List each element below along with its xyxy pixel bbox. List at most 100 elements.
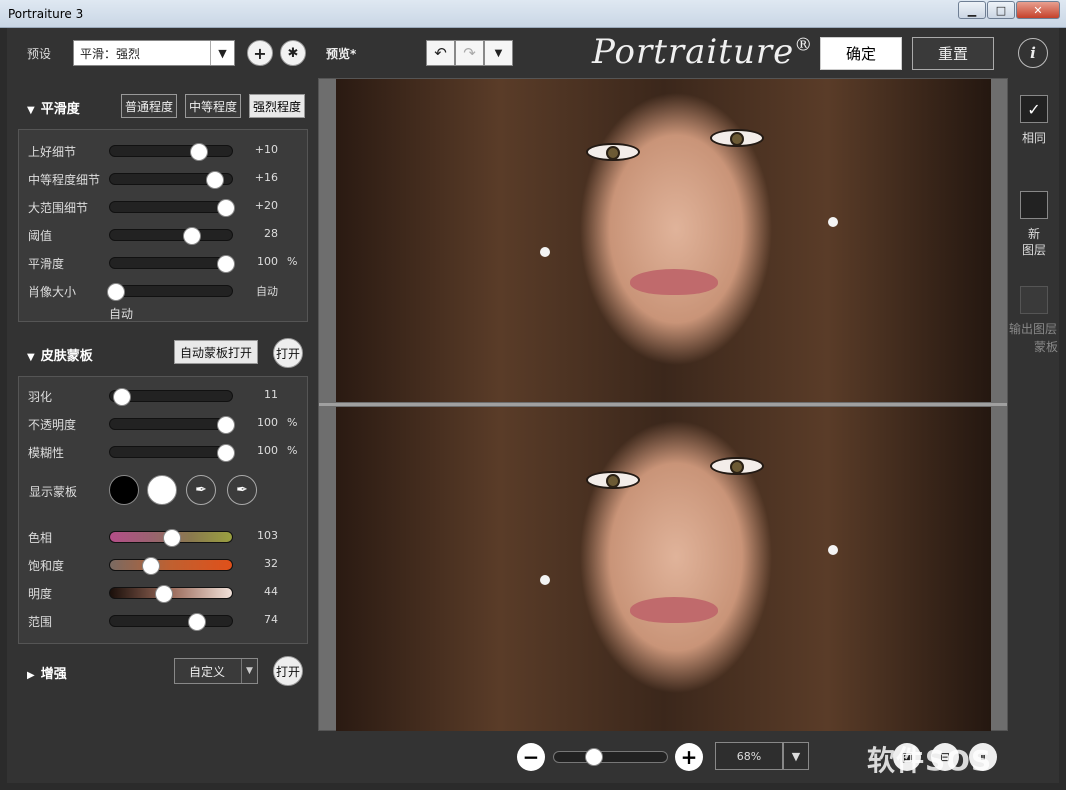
window-titlebar: Portraiture 3 ▁ □ ✕ (0, 0, 1066, 28)
zoom-slider-thumb[interactable] (584, 748, 603, 766)
mask-color-slider-value: 32 (264, 557, 278, 570)
output-mask-checkbox[interactable] (1020, 286, 1048, 314)
ok-button[interactable]: 确定 (820, 37, 902, 70)
zoom-in-button[interactable]: + (675, 743, 703, 771)
mask-color-slider-row: 范围 74 (19, 611, 309, 631)
smoothing-slider-row: 平滑度 100% (19, 253, 309, 273)
smoothing-slider-row: 大范围细节 +20 (19, 197, 309, 217)
gear-icon[interactable]: ✱ (280, 40, 306, 66)
smoothing-slider-track[interactable] (107, 283, 233, 301)
mask-slider-label: 羽化 (28, 390, 53, 404)
smoothing-slider-row: 上好细节 +10 (19, 141, 309, 161)
mask-slider-track[interactable] (109, 444, 235, 462)
maximize-button[interactable]: □ (987, 1, 1015, 19)
same-checkbox[interactable]: ✓ (1020, 95, 1048, 123)
smoothing-header[interactable]: ▼ 平滑度 (27, 98, 80, 117)
smoothing-slider-thumb[interactable] (107, 283, 126, 301)
add-preset-button[interactable]: + (247, 40, 273, 66)
collapse-icon: ▼ (27, 105, 35, 116)
mask-slider-thumb[interactable] (113, 388, 132, 406)
mask-slider-track[interactable] (109, 416, 235, 434)
mask-slider-value: 11 (264, 388, 278, 401)
smoothing-slider-label: 阈值 (28, 229, 53, 243)
logo-text: Portraiture (592, 32, 795, 72)
mask-color-slider-thumb[interactable] (154, 585, 173, 603)
eyedropper-plus-icon[interactable]: ✒ (227, 475, 257, 505)
mask-color-slider-label: 色相 (28, 531, 53, 545)
mask-color-slider-label: 明度 (28, 587, 53, 601)
mask-slider-track[interactable] (109, 388, 233, 406)
smoothing-slider-track[interactable] (109, 255, 235, 273)
undo-icon[interactable]: ↶ (426, 40, 455, 66)
reset-button[interactable]: 重置 (912, 37, 994, 70)
chevron-down-icon[interactable]: ▼ (210, 41, 234, 65)
skin-mask-title: 皮肤蒙板 (40, 349, 93, 364)
chevron-down-icon[interactable]: ▼ (241, 659, 257, 683)
mask-color-slider-row: 色相 103 (19, 527, 309, 547)
mask-slider-unit: % (287, 444, 298, 457)
smoothing-slider-row: 阈值 28 (19, 225, 309, 245)
smoothing-slider-row: 中等程度细节 +16 (19, 169, 309, 189)
history-dropdown-icon[interactable]: ▼ (484, 40, 513, 66)
mask-color-slider-thumb[interactable] (187, 613, 206, 631)
minimize-button[interactable]: ▁ (958, 1, 986, 19)
enhance-open-button[interactable]: 打开 (273, 656, 303, 686)
face-graphic (540, 79, 838, 399)
close-button[interactable]: ✕ (1016, 1, 1060, 19)
preview-original-image[interactable] (336, 79, 991, 402)
redo-icon[interactable]: ↷ (455, 40, 484, 66)
mask-color-slider-track[interactable] (109, 557, 233, 575)
eyedropper-icon[interactable]: ✒ (186, 475, 216, 505)
enhance-dropdown[interactable]: 自定义 ▼ (174, 658, 258, 684)
mode-medium-button[interactable]: 中等程度 (185, 94, 241, 118)
smoothing-slider-track[interactable] (109, 143, 233, 161)
smoothing-slider-track[interactable] (109, 199, 235, 217)
mask-white-swatch[interactable] (147, 475, 177, 505)
mask-color-slider-label: 饱和度 (28, 559, 65, 573)
zoom-dropdown-icon[interactable]: ▼ (783, 742, 809, 770)
zoom-slider[interactable] (553, 748, 668, 766)
smoothing-title: 平滑度 (40, 102, 80, 117)
zoom-value-field[interactable]: 68% (715, 742, 783, 770)
mask-slider-thumb[interactable] (216, 416, 235, 434)
preset-value: 平滑：强烈 (80, 46, 141, 61)
smoothing-slider-value: +20 (254, 199, 278, 212)
smoothing-slider-value: 自动 (256, 285, 278, 298)
mask-color-slider-value: 103 (257, 529, 278, 542)
mask-color-slider-thumb[interactable] (163, 529, 182, 547)
mode-strong-button[interactable]: 强烈程度 (249, 94, 305, 118)
smoothing-slider-thumb[interactable] (190, 143, 209, 161)
smoothing-slider-thumb[interactable] (216, 255, 235, 273)
preview-result-image[interactable] (336, 407, 991, 731)
mask-color-slider-track[interactable] (109, 585, 233, 603)
mask-color-slider-track[interactable] (109, 613, 233, 631)
mask-color-slider-value: 44 (264, 585, 278, 598)
mask-color-slider-track[interactable] (109, 529, 233, 547)
new-layer-checkbox[interactable] (1020, 191, 1048, 219)
skin-mask-open-button[interactable]: 打开 (273, 338, 303, 368)
split-divider[interactable] (319, 403, 1007, 406)
preview-frame[interactable] (318, 78, 1008, 731)
face-graphic (540, 407, 838, 727)
smoothing-slider-thumb[interactable] (182, 227, 201, 245)
info-icon[interactable]: i (1018, 38, 1048, 68)
mask-color-slider-thumb[interactable] (142, 557, 161, 575)
auto-mask-button[interactable]: 自动蒙板打开 (174, 340, 258, 364)
mask-slider-thumb[interactable] (216, 444, 235, 462)
zoom-out-button[interactable]: − (517, 743, 545, 771)
mask-black-swatch[interactable] (109, 475, 139, 505)
smoothing-slider-track[interactable] (109, 227, 233, 245)
smoothing-slider-label: 平滑度 (28, 257, 65, 271)
preset-label: 预设 (27, 47, 52, 61)
skin-mask-header[interactable]: ▼ 皮肤蒙板 (27, 345, 93, 364)
smoothing-slider-thumb[interactable] (205, 171, 224, 189)
preset-select[interactable]: 平滑：强烈 ▼ (73, 40, 235, 66)
enhance-header[interactable]: ▶ 增强 (27, 663, 67, 682)
mode-normal-button[interactable]: 普通程度 (121, 94, 177, 118)
smoothing-slider-track[interactable] (109, 171, 233, 189)
smoothing-slider-label: 肖像大小 (28, 285, 77, 299)
smoothing-slider-thumb[interactable] (216, 199, 235, 217)
mask-slider-value: 100 (257, 416, 278, 429)
show-mask-label: 显示蒙板 (29, 485, 78, 499)
enhance-title: 增强 (40, 667, 67, 682)
